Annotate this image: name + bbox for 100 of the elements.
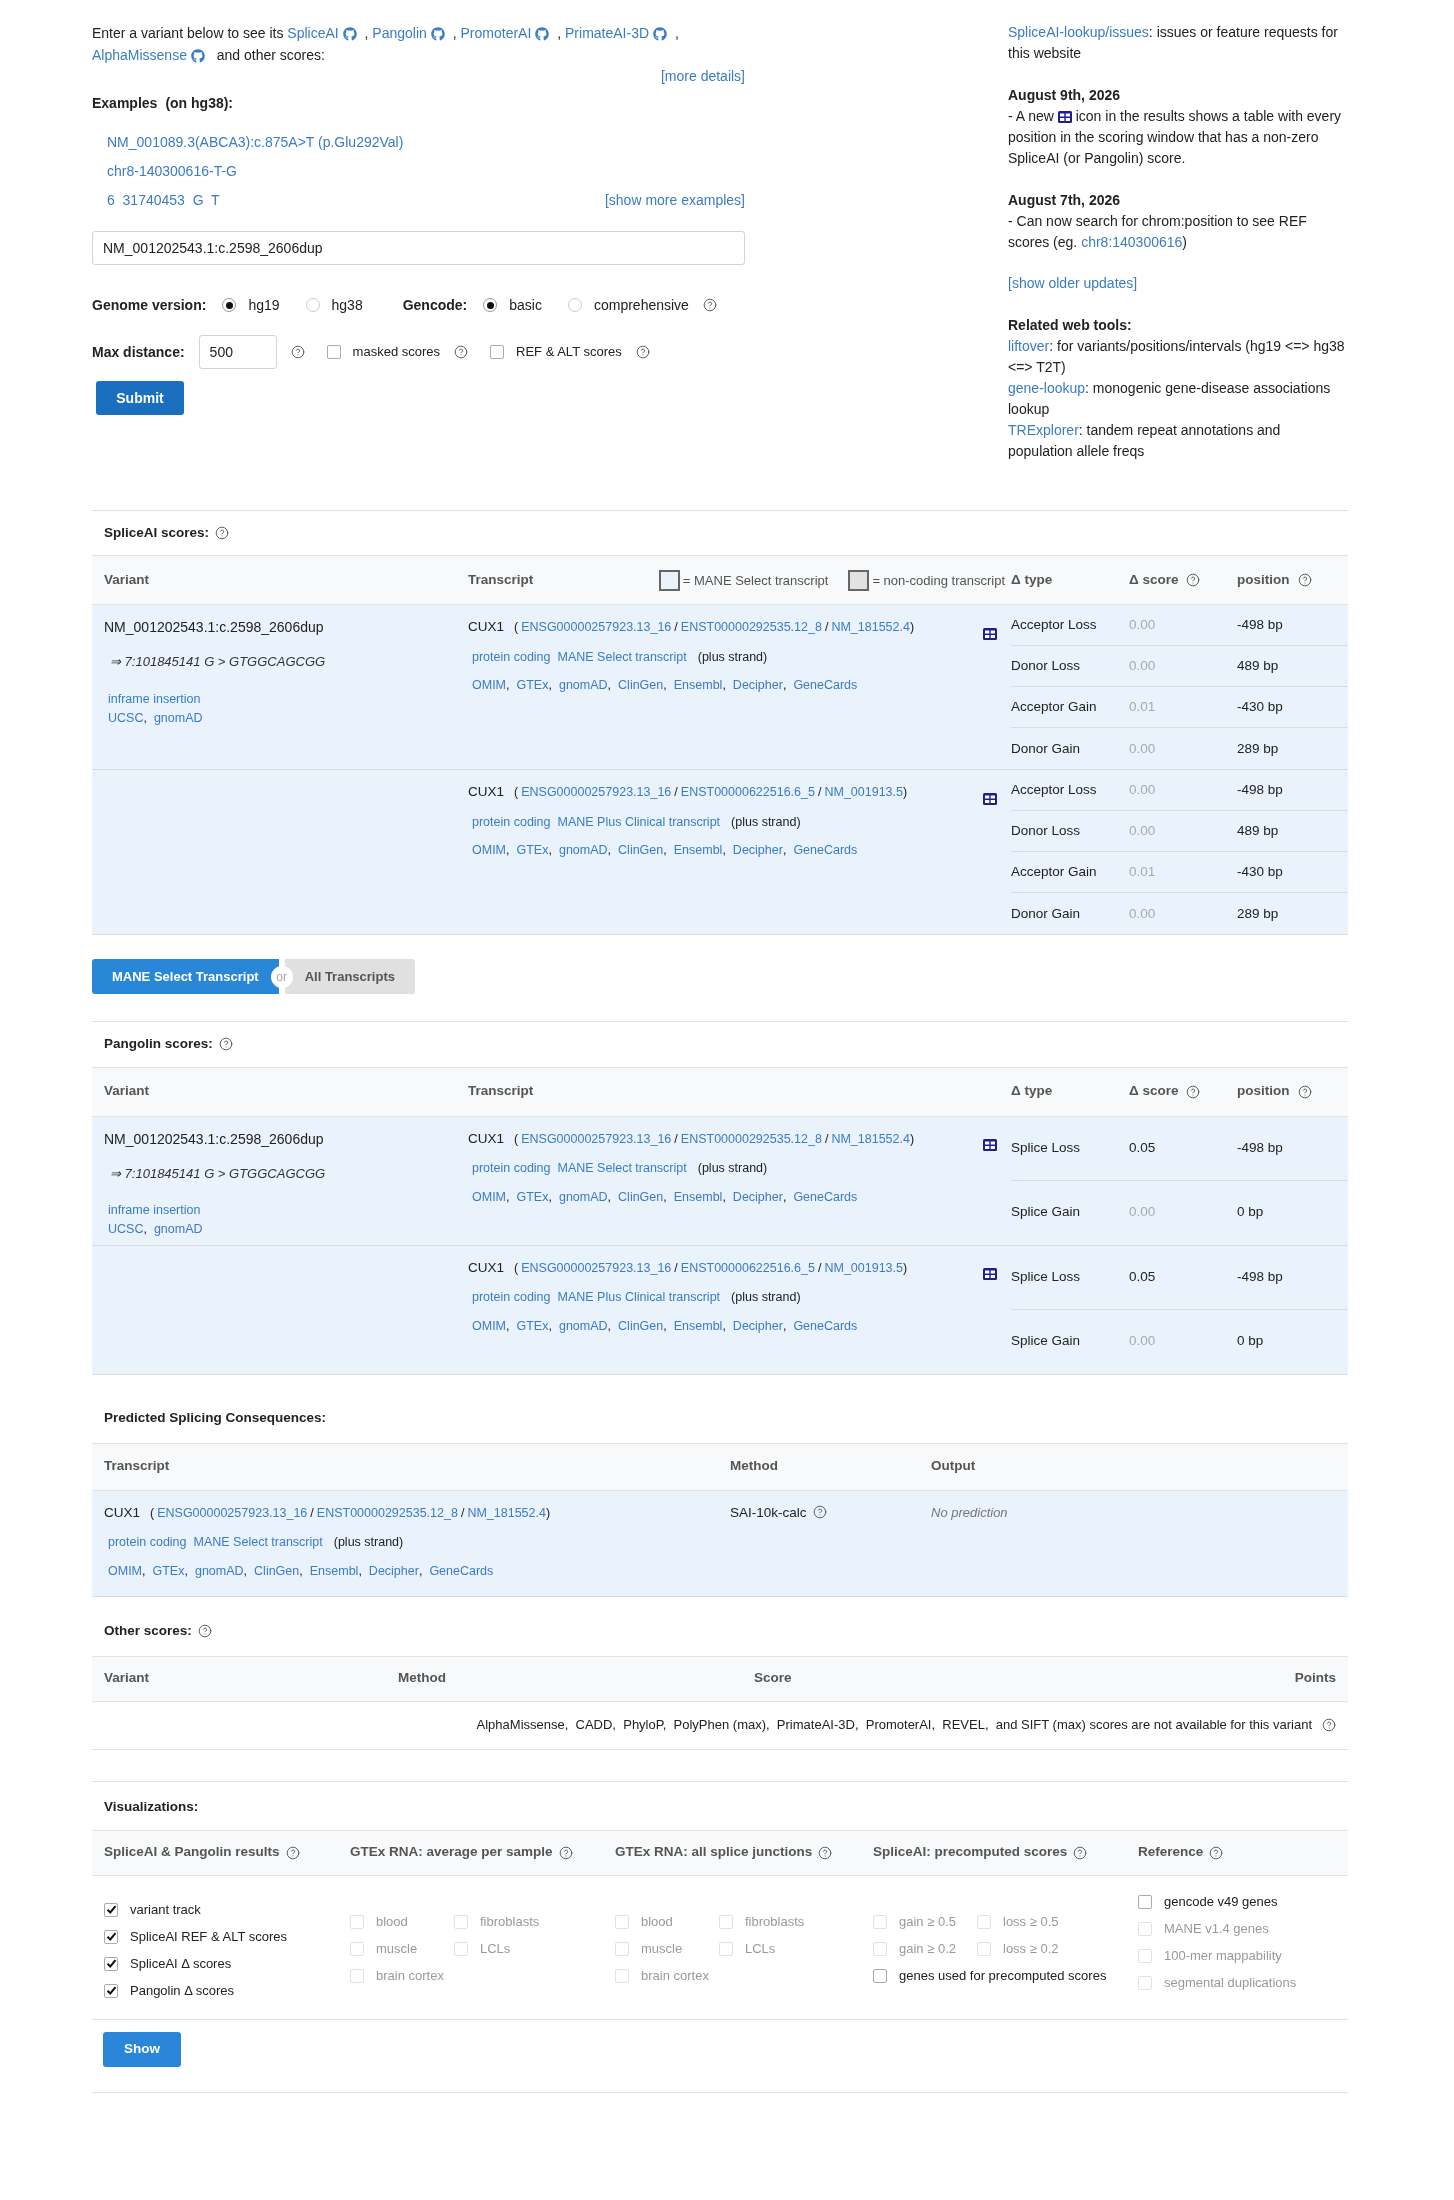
link[interactable]: gnomAD [558,676,608,695]
table-icon[interactable] [983,628,997,640]
help-icon[interactable] [215,526,230,541]
help-icon[interactable] [218,1037,233,1052]
help-icon[interactable] [1297,573,1312,588]
link[interactable]: Decipher [368,1561,419,1581]
checkbox[interactable] [490,345,504,359]
link[interactable]: OMIM [472,1316,507,1336]
table-icon[interactable] [983,1268,997,1281]
github-icon[interactable] [342,27,357,42]
show-button[interactable]: Show [103,2031,181,2067]
link[interactable]: gnomAD [558,1187,608,1207]
link[interactable]: ENSG00000257923.13_16 [521,618,672,637]
help-icon[interactable] [635,345,650,359]
link[interactable]: NM_001913.5 [824,783,903,802]
help-icon[interactable] [558,1845,573,1860]
link[interactable]: gnomAD [153,1219,203,1239]
consequence-link[interactable]: inframe insertion [104,1201,201,1220]
biotype-link[interactable]: protein coding [108,1532,187,1552]
link[interactable]: ENST00000292535.12_8 [680,618,822,637]
help-icon[interactable] [197,1624,212,1639]
table-icon[interactable] [983,1139,997,1152]
link[interactable]: SpliceAI-lookup/issues [1008,24,1149,40]
link[interactable]: gnomAD [558,841,608,860]
mane-link[interactable]: MANE Plus Clinical transcript [557,812,721,832]
link[interactable]: gnomAD [153,708,203,728]
radio-button[interactable] [567,298,582,312]
checkbox[interactable] [104,1929,118,1944]
github-icon[interactable] [653,27,668,42]
help-icon[interactable] [1209,1845,1224,1860]
github-icon[interactable] [535,27,550,42]
link[interactable]: Decipher [732,676,783,695]
link[interactable]: Pangolin [372,25,427,41]
radio-button[interactable] [222,298,237,312]
help-icon[interactable] [285,1845,300,1860]
table-icon[interactable] [983,793,997,805]
help-icon[interactable] [454,345,468,359]
help-icon[interactable] [812,1504,827,1519]
link[interactable]: NM_181552.4 [831,618,910,637]
table-icon[interactable] [1057,111,1072,124]
example-link[interactable]: NM_001089.3(ABCA3):c.875A>T (p.Glu292Val) [107,132,404,153]
consequence-link[interactable]: inframe insertion [104,689,201,709]
link[interactable]: PrimateAI-3D [565,25,650,41]
link[interactable]: ENSG00000257923.13_16 [157,1503,308,1523]
link[interactable]: ENST00000622516.6_5 [680,1258,815,1278]
biotype-link[interactable]: protein coding [472,812,551,832]
mane-link[interactable]: MANE Select transcript [557,1158,687,1178]
link[interactable]: GeneCards [793,1316,858,1336]
link[interactable]: gnomAD [558,1316,608,1336]
link[interactable]: GeneCards [429,1561,494,1581]
link[interactable]: GeneCards [793,1187,858,1207]
more-details-link[interactable]: [more details] [660,66,745,87]
link[interactable]: SpliceAI [287,25,339,41]
link[interactable]: gnomAD [194,1561,244,1581]
link[interactable]: chr8:140300616 [1081,234,1183,250]
older-updates-link[interactable]: [show older updates] [1008,273,1138,294]
help-icon[interactable] [290,345,305,359]
radio-button[interactable] [483,298,498,312]
checkbox[interactable] [104,1956,118,1971]
checkbox[interactable] [326,345,341,359]
link[interactable]: Decipher [732,841,783,860]
checkbox[interactable] [104,1983,118,1998]
max-distance-input[interactable]: 500 [198,335,277,369]
help-icon[interactable] [1073,1845,1088,1860]
help-icon[interactable] [702,298,717,312]
link[interactable]: ENSG00000257923.13_16 [521,1258,672,1278]
help-icon[interactable] [818,1845,833,1860]
link[interactable]: TRExplorer [1008,422,1079,438]
link[interactable]: OMIM [472,676,507,695]
help-icon[interactable] [1297,1084,1312,1099]
example-link[interactable]: chr8-140300616-T-G [107,161,404,182]
link[interactable]: PromoterAI [460,25,532,41]
link[interactable]: ENST00000292535.12_8 [316,1503,458,1523]
checkbox[interactable] [104,1902,118,1917]
mane-link[interactable]: MANE Select transcript [193,1532,323,1552]
link[interactable]: Decipher [732,1187,783,1207]
link[interactable]: ENST00000292535.12_8 [680,1129,822,1149]
link[interactable]: OMIM [472,841,507,860]
link[interactable]: ENST00000622516.6_5 [680,783,815,802]
link[interactable]: AlphaMissense [92,47,187,63]
link[interactable]: Decipher [732,1316,783,1336]
help-icon[interactable] [1186,573,1201,588]
checkbox[interactable] [873,1968,887,1983]
link[interactable]: NM_181552.4 [467,1503,546,1523]
link[interactable]: OMIM [472,1187,507,1207]
link[interactable]: OMIM [108,1561,143,1581]
example-link[interactable]: 6 31740453 G T [107,190,404,211]
link[interactable]: NM_001913.5 [824,1258,903,1278]
github-icon[interactable] [430,27,445,42]
variant-input[interactable]: NM_001202543.1:c.2598_2606dup [92,231,745,265]
biotype-link[interactable]: protein coding [472,1158,551,1178]
link[interactable]: GeneCards [793,676,858,695]
biotype-link[interactable]: protein coding [472,1287,551,1307]
link[interactable]: GeneCards [793,841,858,860]
link[interactable]: ENSG00000257923.13_16 [521,1129,672,1149]
link[interactable]: ENSG00000257923.13_16 [521,783,672,802]
checkbox[interactable] [1138,1894,1152,1909]
help-icon[interactable] [1186,1084,1201,1099]
mane-link[interactable]: MANE Plus Clinical transcript [557,1287,721,1307]
biotype-link[interactable]: protein coding [472,647,551,667]
